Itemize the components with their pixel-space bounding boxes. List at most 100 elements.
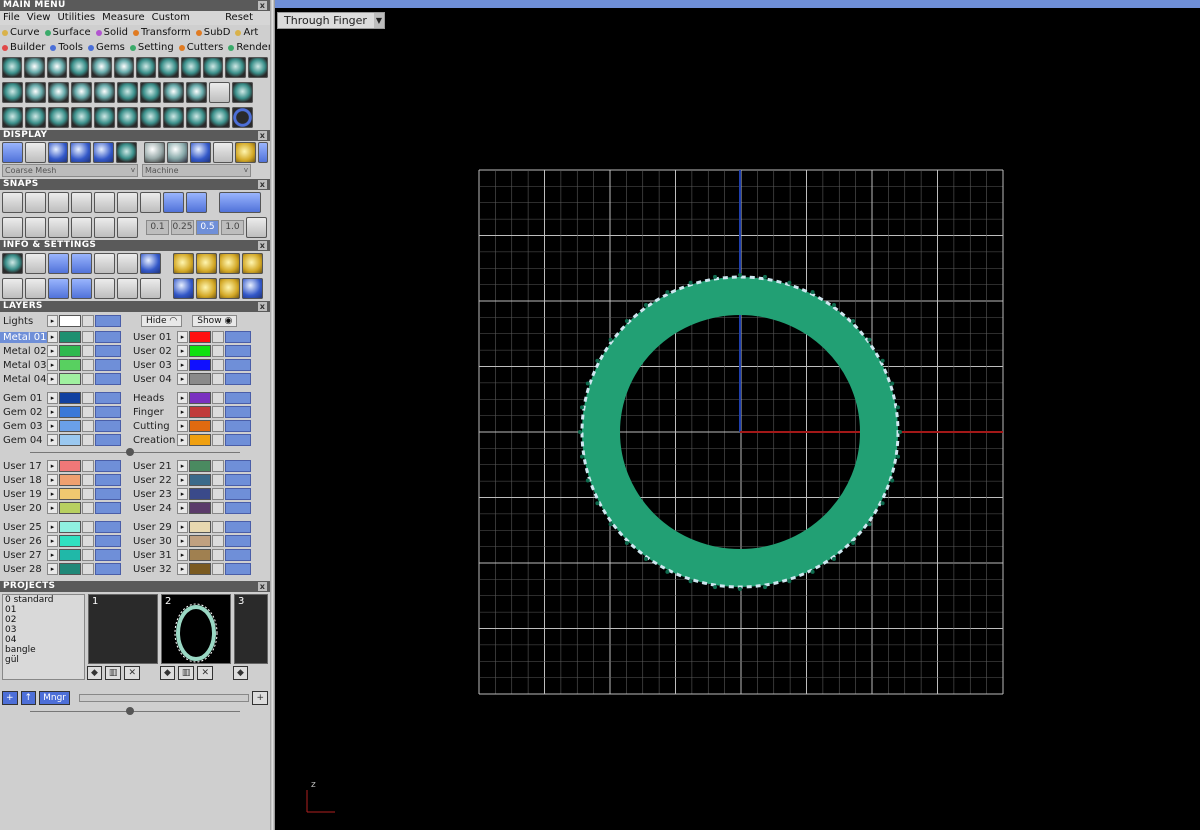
snap-target-icon[interactable]	[140, 192, 161, 213]
curve-tool-icon[interactable]	[48, 107, 69, 128]
add-project-button[interactable]: +	[2, 691, 18, 705]
layer-name[interactable]: Metal 02	[0, 346, 47, 357]
expand-icon[interactable]: ▸	[47, 434, 58, 446]
lock-icon[interactable]	[82, 392, 94, 404]
layer-visibility-toggle[interactable]	[95, 563, 121, 575]
lock-icon[interactable]	[212, 434, 224, 446]
close-icon[interactable]: x	[258, 1, 267, 10]
category-cutters[interactable]: Cutters	[178, 40, 223, 55]
layer-name[interactable]: User 19	[0, 489, 47, 500]
close-icon[interactable]: x	[258, 241, 267, 250]
figure-tool-icon[interactable]	[163, 82, 184, 103]
expand-icon[interactable]: ▸	[177, 535, 188, 547]
layer-visibility-toggle[interactable]	[95, 488, 121, 500]
layer-visibility-toggle[interactable]	[225, 373, 251, 385]
lock-icon[interactable]	[82, 549, 94, 561]
sun-tool-icon[interactable]	[46, 57, 67, 78]
snap-ortho-icon[interactable]	[186, 192, 207, 213]
snap-box-icon[interactable]	[25, 217, 46, 238]
snap-edge-icon[interactable]	[48, 217, 69, 238]
thumb-add-button[interactable]: ◆	[87, 666, 102, 680]
layer-name[interactable]: User 03	[130, 360, 177, 371]
align-tool-icon[interactable]	[186, 107, 207, 128]
expand-icon[interactable]: ▸	[47, 345, 58, 357]
mirror-tool-icon[interactable]	[163, 107, 184, 128]
lock-icon[interactable]	[82, 345, 94, 357]
category-transform[interactable]: Transform	[133, 25, 191, 40]
panel-icon[interactable]	[71, 278, 92, 299]
plugin-c-icon[interactable]	[242, 253, 263, 274]
project-thumbnail[interactable]: 2	[161, 594, 231, 664]
expand-icon[interactable]: ▸	[47, 373, 58, 385]
layer-visibility-toggle[interactable]	[225, 420, 251, 432]
lock-icon[interactable]	[82, 521, 94, 533]
layer-name[interactable]: User 24	[130, 503, 177, 514]
expand-icon[interactable]: ▸	[177, 359, 188, 371]
layer-visibility-toggle[interactable]	[225, 434, 251, 446]
layer-visibility-toggle[interactable]	[225, 563, 251, 575]
layer-visibility-toggle[interactable]	[225, 345, 251, 357]
project-item[interactable]: 02	[5, 615, 84, 625]
layer-color-swatch[interactable]	[189, 420, 211, 432]
layer-visibility-toggle[interactable]	[95, 502, 121, 514]
lock-icon[interactable]	[212, 420, 224, 432]
expand-icon[interactable]: ▸	[177, 434, 188, 446]
text-tool-icon[interactable]	[94, 82, 115, 103]
layer-color-swatch[interactable]	[189, 535, 211, 547]
close-icon[interactable]: x	[258, 302, 267, 311]
up-project-button[interactable]: ↑	[20, 691, 37, 705]
layer-color-swatch[interactable]	[59, 331, 81, 343]
nodes-icon[interactable]	[117, 278, 138, 299]
reset-button[interactable]: Reset	[225, 12, 253, 24]
expand-icon[interactable]: ▸	[47, 359, 58, 371]
snap-grid-icon[interactable]	[2, 192, 23, 213]
snap-plane-icon[interactable]	[2, 217, 23, 238]
layer-name[interactable]: User 21	[130, 461, 177, 472]
layer-visibility-toggle[interactable]	[95, 460, 121, 472]
layer-name[interactable]: Metal 03	[0, 360, 47, 371]
sphere-shade-icon[interactable]	[47, 142, 69, 163]
thumb-add-button[interactable]: ◆	[233, 666, 248, 680]
lock-icon[interactable]	[82, 373, 94, 385]
expand-icon[interactable]: ▸	[177, 460, 188, 472]
snap-value-0-25[interactable]: 0.25	[171, 220, 194, 235]
layer-visibility-toggle[interactable]	[225, 474, 251, 486]
expand-icon[interactable]: ▸	[47, 521, 58, 533]
expand-icon[interactable]: ▸	[177, 502, 188, 514]
project-item[interactable]: 04	[5, 635, 84, 645]
stamp-tool-icon[interactable]	[209, 82, 230, 103]
project-item[interactable]: bangle	[5, 645, 84, 655]
expand-icon[interactable]: ▸	[47, 474, 58, 486]
layer-color-swatch[interactable]	[189, 474, 211, 486]
layer-color-swatch[interactable]	[59, 549, 81, 561]
category-render[interactable]: Render	[228, 40, 270, 55]
thumb-lock-button[interactable]: ▥	[177, 666, 195, 680]
expand-icon[interactable]: ▸	[47, 315, 58, 327]
layer-name[interactable]: Creation	[130, 435, 177, 446]
project-item[interactable]: 03	[5, 625, 84, 635]
lock-icon[interactable]	[82, 420, 94, 432]
bend-tool-icon[interactable]	[140, 82, 161, 103]
expand-icon[interactable]: ▸	[177, 563, 188, 575]
box-measure-icon[interactable]	[71, 253, 92, 274]
expand-icon[interactable]: ▸	[47, 535, 58, 547]
layer-color-swatch[interactable]	[59, 521, 81, 533]
layer-color-swatch[interactable]	[189, 406, 211, 418]
layer-name[interactable]: Finger	[130, 407, 177, 418]
thumb-delete-button[interactable]: ✕	[124, 666, 140, 680]
lock-icon[interactable]	[82, 502, 94, 514]
lock-icon[interactable]	[212, 373, 224, 385]
snap-value-0-1[interactable]: 0.1	[146, 220, 169, 235]
close-icon[interactable]: x	[258, 180, 267, 189]
layer-color-swatch[interactable]	[189, 488, 211, 500]
pattern-tool-icon[interactable]	[48, 82, 69, 103]
expand-icon[interactable]: ▸	[47, 420, 58, 432]
settings-icon[interactable]	[2, 253, 23, 274]
render-b-icon[interactable]	[196, 278, 217, 299]
snap-diamond-icon[interactable]	[94, 217, 115, 238]
window-icon[interactable]	[25, 278, 46, 299]
expand-icon[interactable]: ▸	[47, 502, 58, 514]
layer-visibility-toggle[interactable]	[225, 488, 251, 500]
layer-color-swatch[interactable]	[189, 345, 211, 357]
lights-swatch[interactable]	[59, 315, 81, 327]
